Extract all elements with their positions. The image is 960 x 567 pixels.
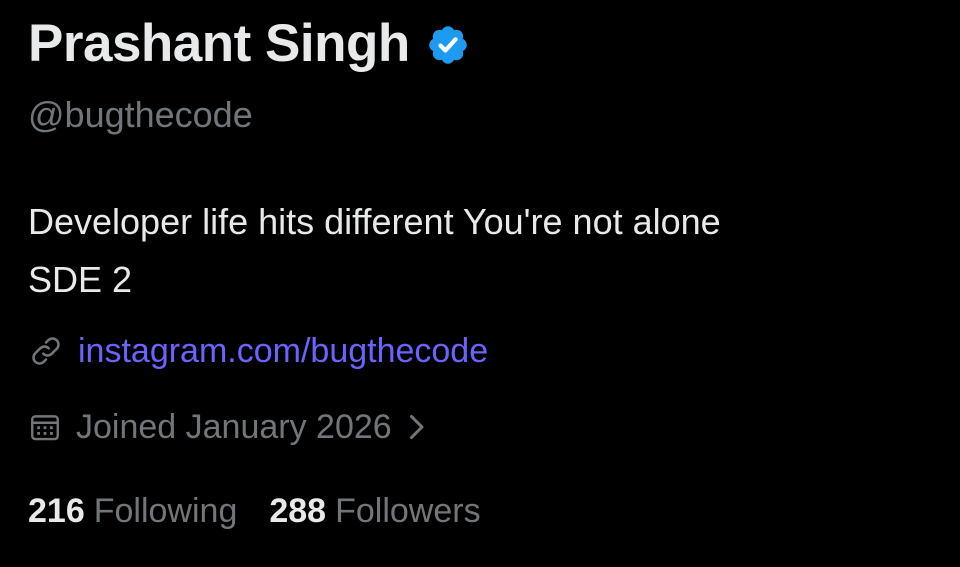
profile-header: Prashant Singh @bugthecode Developer lif… xyxy=(28,0,940,567)
name-row: Prashant Singh xyxy=(28,10,470,76)
follow-stats: 216 Following 288 Followers xyxy=(28,492,481,531)
chevron-right-icon[interactable] xyxy=(404,412,428,442)
following-label: Following xyxy=(93,492,238,530)
following-count: 216 xyxy=(28,492,85,530)
bio: Developer life hits different You're not… xyxy=(28,193,721,309)
followers-label: Followers xyxy=(335,492,481,530)
joined-row: Joined January 2026 xyxy=(28,405,428,449)
display-name: Prashant Singh xyxy=(28,13,410,73)
website-link[interactable]: instagram.com/bugthecode xyxy=(78,332,488,371)
link-icon xyxy=(28,333,64,369)
followers-stat[interactable]: 288 Followers xyxy=(269,492,480,531)
followers-count: 288 xyxy=(269,492,327,530)
joined-date: Joined January 2026 xyxy=(76,407,392,446)
user-handle: @bugthecode xyxy=(28,94,253,135)
bio-line: SDE 2 xyxy=(28,259,133,300)
bio-line: Developer life hits different You're not… xyxy=(28,201,721,242)
following-stat[interactable]: 216 Following xyxy=(28,492,237,531)
website-row: instagram.com/bugthecode xyxy=(28,329,488,373)
verified-badge-icon[interactable] xyxy=(426,23,470,67)
calendar-icon xyxy=(28,410,62,444)
